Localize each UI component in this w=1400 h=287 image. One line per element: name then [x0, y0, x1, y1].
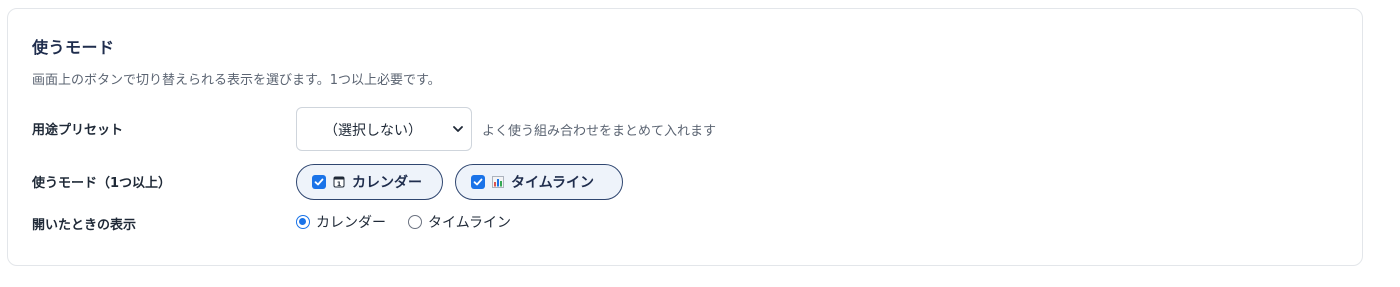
- check-icon: [314, 178, 324, 186]
- timeline-checkbox[interactable]: [471, 175, 485, 189]
- preset-hint: よく使う組み合わせをまとめて入れます: [482, 124, 717, 139]
- radio-button-calendar[interactable]: [296, 215, 310, 229]
- preset-label: 用途プリセット: [32, 123, 124, 138]
- default-view-radio-group: カレンダー タイムライン: [296, 212, 511, 232]
- modes-label: 使うモード（1つ以上）: [32, 176, 172, 191]
- section-title: 使うモード: [32, 38, 115, 57]
- calendar-mode-label: カレンダー: [352, 175, 422, 191]
- calendar-checkbox[interactable]: [312, 175, 326, 189]
- preset-select[interactable]: （選択しない）: [296, 107, 472, 151]
- preset-select-value: （選択しない）: [324, 123, 422, 139]
- radio-label-timeline: タイムライン: [428, 215, 512, 231]
- default-view-label: 開いたときの表示: [32, 218, 137, 233]
- timeline-mode-label: タイムライン: [511, 175, 595, 191]
- section-description: 画面上のボタンで切り替えられる表示を選びます。1つ以上必要です。: [32, 73, 441, 88]
- bar-chart-icon: [492, 176, 504, 188]
- mode-toggle-calendar[interactable]: 1 カレンダー: [296, 164, 443, 200]
- calendar-icon: 1: [333, 176, 345, 188]
- radio-label-calendar: カレンダー: [316, 215, 386, 231]
- check-icon: [473, 178, 483, 186]
- mode-settings-card: 使うモード 画面上のボタンで切り替えられる表示を選びます。1つ以上必要です。 用…: [7, 8, 1363, 266]
- radio-option-timeline[interactable]: タイムライン: [408, 212, 511, 232]
- svg-text:1: 1: [337, 180, 342, 188]
- radio-button-timeline[interactable]: [408, 215, 422, 229]
- radio-option-calendar[interactable]: カレンダー: [296, 212, 386, 232]
- mode-toggle-timeline[interactable]: タイムライン: [455, 164, 623, 200]
- chevron-down-icon: [453, 126, 463, 132]
